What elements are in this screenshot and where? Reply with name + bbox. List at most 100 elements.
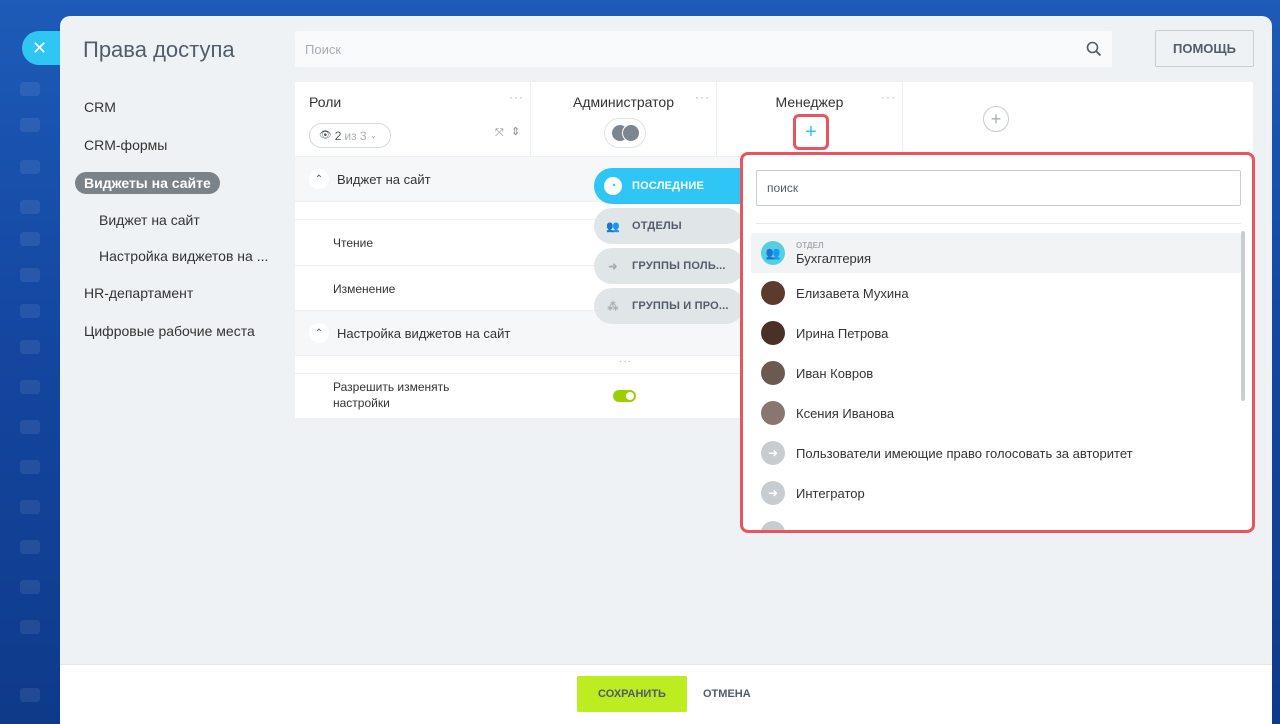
menu-icon	[20, 420, 40, 434]
plus-icon: +	[805, 120, 817, 143]
sidebar-item-digital-workplaces[interactable]: Цифровые рабочие места	[74, 312, 284, 350]
list-item[interactable]: ➜ Интегратор	[751, 473, 1241, 513]
manager-header-cell: Менеджер ··· +	[717, 82, 903, 157]
avatar-group[interactable]	[604, 118, 646, 148]
item-label: Елизавета Мухина	[796, 285, 909, 301]
tab-label: ГРУППЫ ПОЛЬ...	[632, 260, 726, 272]
avatar	[761, 361, 785, 385]
count-of: из 3	[344, 128, 367, 143]
eye-icon: 👁	[319, 130, 332, 141]
list-item[interactable]: Елизавета Мухина	[751, 273, 1241, 313]
sidebar-item-label: Цифровые рабочие места	[84, 323, 255, 339]
tab-label: ОТДЕЛЫ	[632, 220, 682, 232]
search-icon[interactable]	[1086, 41, 1102, 57]
popup-search-input[interactable]	[767, 181, 1227, 195]
cancel-button[interactable]: ОТМЕНА	[703, 676, 751, 712]
more-icon[interactable]: ···	[619, 356, 632, 367]
count-value: 2	[334, 128, 342, 143]
arrow-right-icon: ➜	[761, 441, 785, 465]
more-icon[interactable]: ···	[509, 90, 524, 104]
sidebar-item-label: Виджет на сайт	[99, 212, 200, 228]
selector-tabs: ◔ ПОСЛЕДНИЕ 👥 ОТДЕЛЫ ➜ ГРУППЫ ПОЛЬ... ⁂ …	[594, 168, 744, 328]
chevron-up-icon[interactable]: ⌃	[309, 169, 329, 189]
item-label: Иван Ковров	[796, 365, 874, 381]
menu-icon	[20, 200, 40, 214]
arrow-right-icon: ➜	[608, 260, 618, 273]
section-label: Настройка виджетов на сайт	[337, 326, 511, 341]
list-item-partial[interactable]: ➜	[751, 513, 1241, 530]
list-item[interactable]: Ксения Иванова	[751, 393, 1241, 433]
menu-icon	[20, 268, 40, 282]
tab-recent[interactable]: ◔ ПОСЛЕДНИЕ	[594, 168, 744, 204]
sidebar-nav: CRM CRM-формы Виджеты на сайте Виджет на…	[74, 88, 284, 350]
roles-header-cell: Роли ··· 👁 2 из 3 ⌄ ⤧ ⇕	[295, 82, 531, 157]
sidebar-item-label: HR-департамент	[84, 285, 194, 301]
menu-icon	[20, 160, 40, 174]
background-sidebar	[0, 0, 60, 724]
tab-user-groups[interactable]: ➜ ГРУППЫ ПОЛЬ...	[594, 248, 744, 284]
page-title: Права доступа	[83, 37, 235, 62]
search-input[interactable]	[305, 41, 1065, 57]
item-tag: ОТДЕЛ	[796, 240, 824, 250]
menu-icon	[20, 620, 40, 634]
chevron-up-icon[interactable]: ⌃	[309, 323, 329, 343]
menu-icon	[20, 688, 40, 702]
list-item[interactable]: 👥 ОТДЕЛ Бухгалтерия	[751, 233, 1241, 273]
item-label: Ксения Иванова	[796, 405, 895, 421]
menu-icon	[20, 380, 40, 394]
add-member-button[interactable]: +	[793, 114, 829, 150]
save-button[interactable]: СОХРАНИТЬ	[577, 676, 687, 712]
collapse-icon[interactable]: ⤧	[495, 127, 504, 140]
menu-icon	[20, 118, 40, 132]
sidebar-item-label: Виджеты на сайте	[75, 172, 220, 194]
add-role-button[interactable]: +	[983, 106, 1009, 132]
permission-label: Чтение	[333, 236, 374, 250]
menu-icon	[20, 340, 40, 354]
divider	[756, 223, 1241, 224]
list-item[interactable]: ➜ Пользователи имеющие право голосовать …	[751, 433, 1241, 473]
menu-icon	[20, 232, 40, 246]
section-label: Виджет на сайт	[337, 172, 431, 187]
avatar	[761, 321, 785, 345]
tab-groups-projects[interactable]: ⁂ ГРУППЫ И ПРО...	[594, 288, 744, 324]
sidebar-item-label: CRM	[84, 99, 116, 115]
permission-toggle[interactable]	[613, 390, 636, 402]
menu-icon	[20, 500, 40, 514]
roles-count-pill[interactable]: 👁 2 из 3 ⌄	[309, 123, 391, 148]
popup-search-box	[756, 170, 1241, 206]
menu-icon	[20, 304, 40, 318]
sidebar-item-hr[interactable]: HR-департамент	[74, 274, 284, 312]
menu-icon	[20, 540, 40, 554]
tab-label: ПОСЛЕДНИЕ	[632, 180, 705, 192]
plus-icon: +	[990, 108, 1002, 129]
sidebar-subitem-widget-settings[interactable]: Настройка виджетов на ...	[74, 238, 284, 274]
chevron-down-icon: ⌄	[369, 130, 378, 140]
more-icon[interactable]: ···	[695, 90, 710, 104]
roles-title: Роли	[309, 94, 342, 110]
sidebar-item-site-widgets[interactable]: Виджеты на сайте	[74, 164, 284, 202]
menu-icon	[20, 460, 40, 474]
footer-bar: СОХРАНИТЬ ОТМЕНА	[60, 664, 1272, 724]
tab-label: ГРУППЫ И ПРО...	[632, 300, 729, 312]
column-title-admin: Администратор	[572, 94, 674, 110]
permission-label: Разрешить изменять настройки	[333, 380, 450, 410]
admin-header-cell: Администратор ···	[531, 82, 717, 157]
member-list: 👥 ОТДЕЛ Бухгалтерия Елизавета Мухина Ири…	[751, 233, 1241, 530]
groups-icon: ⁂	[607, 300, 619, 313]
sort-icon[interactable]: ⇕	[511, 125, 520, 138]
member-selector-popup: 👥 ОТДЕЛ Бухгалтерия Елизавета Мухина Ири…	[740, 152, 1255, 533]
help-button[interactable]: ПОМОЩЬ	[1155, 30, 1254, 67]
column-title-manager: Менеджер	[775, 94, 844, 110]
popup-scrollbar[interactable]	[1241, 231, 1245, 401]
permission-label: Изменение	[333, 282, 396, 296]
sidebar-subitem-site-widget[interactable]: Виджет на сайт	[74, 202, 284, 238]
sidebar-item-crm[interactable]: CRM	[74, 88, 284, 126]
item-label: Ирина Петрова	[796, 325, 889, 341]
access-rights-slider: Права доступа ПОМОЩЬ CRM CRM-формы Видже…	[60, 16, 1272, 724]
list-item[interactable]: Иван Ковров	[751, 353, 1241, 393]
tab-departments[interactable]: 👥 ОТДЕЛЫ	[594, 208, 744, 244]
more-icon[interactable]: ···	[881, 90, 896, 104]
sidebar-item-crm-forms[interactable]: CRM-формы	[74, 126, 284, 164]
list-item[interactable]: Ирина Петрова	[751, 313, 1241, 353]
item-label: Интегратор	[796, 485, 865, 501]
